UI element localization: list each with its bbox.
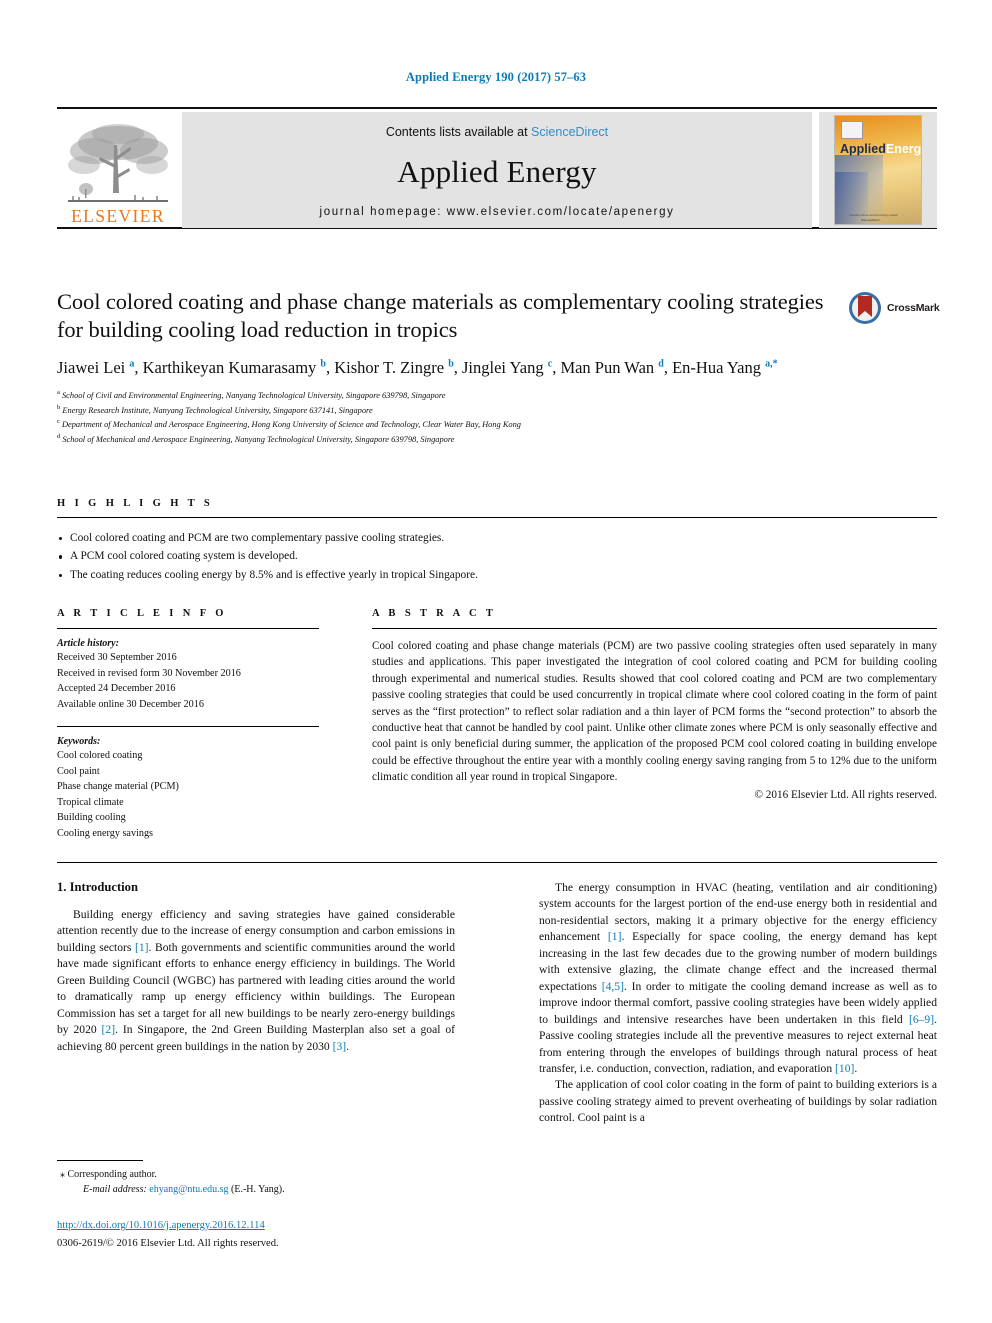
body-paragraph: The energy consumption in HVAC (heating,… (539, 881, 937, 1075)
cover-footer-text: Constant-volume and time-varying models (849, 214, 898, 217)
crossmark-icon (849, 292, 881, 324)
article-info-heading: A R T I C L E I N F O (57, 608, 227, 619)
article-info-divider (57, 628, 319, 629)
abstract-section: A B S T R A C T Cool colored coating and… (372, 608, 937, 801)
affiliation-item: d School of Mechanical and Aerospace Eng… (57, 432, 455, 444)
keyword-item: Building cooling (57, 812, 126, 823)
email-line: E-mail address: ehyang@ntu.edu.sg (E.-H.… (57, 1182, 455, 1197)
crossmark-badge[interactable]: CrossMark (848, 288, 944, 328)
sciencedirect-link[interactable]: ScienceDirect (531, 125, 608, 139)
corresponding-author-footnote: ⁎ Corresponding author. E-mail address: … (57, 1160, 455, 1197)
highlights-heading: H I G H L I G H T S (57, 498, 214, 509)
highlights-section: H I G H L I G H T S Cool colored coating… (57, 498, 937, 584)
article-history-item: Received in revised form 30 November 201… (57, 667, 241, 679)
crossmark-label: CrossMark (887, 302, 940, 314)
citation-link[interactable]: [10] (835, 1062, 854, 1075)
abstract-heading: A B S T R A C T (372, 608, 497, 619)
title-block: Cool colored coating and phase change ma… (57, 288, 837, 446)
journal-reference: Applied Energy 190 (2017) 57–63 (405, 70, 587, 84)
keywords-list: Cool colored coating Cool paint Phase chan… (57, 748, 319, 841)
cover-artwork: AppliedEnergy Constant-volume and time-v… (834, 115, 922, 225)
contents-available-line: Contents lists available at ScienceDirec… (182, 112, 812, 139)
body-paragraph: Building energy efficiency and saving st… (57, 908, 456, 1053)
keywords-label: Keywords: (57, 736, 101, 747)
highlights-list: Cool colored coating and PCM are two com… (57, 529, 937, 584)
citation-link[interactable]: [2] (102, 1023, 116, 1036)
article-history-label: Article history: (57, 638, 119, 649)
article-info-section: A R T I C L E I N F O Article history: R… (57, 608, 319, 841)
elsevier-tree-icon (68, 123, 168, 202)
article-history-item: Available online 30 December 2016 (57, 698, 204, 710)
highlight-item: The coating reduces cooling energy by 8.… (57, 566, 937, 584)
affiliation-item: a School of Civil and Environmental Engi… (57, 389, 446, 401)
keyword-item: Tropical climate (57, 796, 124, 808)
keywords-divider (57, 726, 319, 727)
affiliation-item: c Department of Mechanical and Aerospace… (57, 418, 521, 429)
journal-title: Applied Energy (397, 154, 597, 189)
body-top-divider (57, 862, 937, 863)
citation-link[interactable]: [1] (135, 941, 149, 954)
journal-cover-thumbnail: AppliedEnergy Constant-volume and time-v… (819, 112, 937, 228)
elsevier-wordmark: ELSEVIER (71, 205, 165, 226)
citation-link[interactable]: [6–9] (909, 1013, 934, 1026)
email-owner: (E.-H. Yang). (231, 1184, 285, 1195)
cover-footer-text-2: ScienceDirect (861, 218, 880, 222)
citation-link[interactable]: [3] (333, 1040, 347, 1053)
keyword-item: Phase change material (PCM) (57, 781, 179, 792)
abstract-copyright: © 2016 Elsevier Ltd. All rights reserved… (754, 788, 938, 801)
abstract-divider (372, 628, 937, 629)
affiliation-item: b Energy Research Institute, Nanyang Tec… (57, 403, 373, 415)
keyword-item: Cool paint (57, 765, 100, 777)
email-address-link[interactable]: ehyang@ntu.edu.sg (149, 1184, 228, 1195)
doi-block: http://dx.doi.org/10.1016/j.apenergy.201… (57, 1219, 477, 1252)
cover-title: AppliedEnergy (840, 142, 922, 156)
journal-masthead: ELSEVIER Contents lists available at Sci… (57, 107, 937, 229)
contents-prefix: Contents lists available at (385, 125, 532, 139)
body-column-left: 1. Introduction Building energy efficien… (57, 880, 455, 1055)
footnote-divider (57, 1160, 143, 1161)
corresponding-author-text: Corresponding author. (67, 1169, 157, 1180)
body-column-right: The energy consumption in HVAC (heating,… (539, 880, 937, 1127)
article-history-item: Accepted 24 December 2016 (57, 683, 176, 694)
author-list: Jiawei Lei a, Karthikeyan Kumarasamy b, … (57, 358, 778, 378)
asterisk-icon: ⁎ (60, 1169, 65, 1180)
citation-link[interactable]: [1] (608, 930, 622, 943)
keyword-item: Cool colored coating (57, 750, 143, 761)
email-address-label: E-mail address: (83, 1184, 147, 1195)
abstract-text: Cool colored coating and phase change ma… (372, 640, 937, 784)
paper-page: Applied Energy 190 (2017) 57–63 ELSEVIER… (0, 0, 992, 1323)
highlights-divider (57, 517, 937, 518)
section-heading-introduction: 1. Introduction (57, 880, 138, 894)
elsevier-logo: ELSEVIER (59, 113, 177, 225)
doi-link[interactable]: http://dx.doi.org/10.1016/j.apenergy.201… (57, 1219, 477, 1233)
article-history-item: Received 30 September 2016 (57, 652, 177, 663)
highlight-item: Cool colored coating and PCM are two com… (57, 529, 937, 547)
highlight-item: A PCM cool colored coating system is dev… (57, 547, 937, 565)
masthead-center-panel: Contents lists available at ScienceDirec… (182, 112, 812, 228)
cover-publisher-badge (841, 121, 863, 139)
affiliation-list: a School of Civil and Environmental Engi… (57, 388, 937, 446)
body-paragraph: The application of cool color coating in… (539, 1078, 937, 1125)
keyword-item: Cooling energy savings (57, 827, 154, 839)
body-left-paragraphs: Building energy efficiency and saving st… (57, 907, 455, 1055)
corresponding-author-line: ⁎ Corresponding author. (57, 1167, 455, 1182)
journal-homepage-link[interactable]: journal homepage: www.elsevier.com/locat… (182, 206, 812, 218)
body-right-paragraphs: The energy consumption in HVAC (heating,… (539, 880, 937, 1127)
issn-copyright-line: 0306-2619/© 2016 Elsevier Ltd. All right… (57, 1238, 279, 1250)
page-title: Cool colored coating and phase change ma… (57, 289, 824, 342)
article-history-list: Received 30 September 2016 Received in re… (57, 650, 319, 712)
citation-link[interactable]: [4,5] (602, 980, 624, 993)
